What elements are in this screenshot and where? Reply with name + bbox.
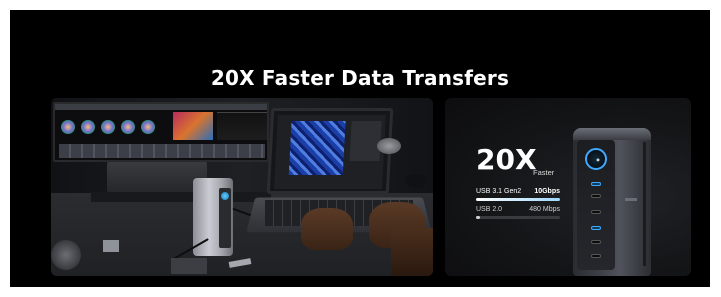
headline: 20X Faster Data Transfers bbox=[210, 66, 510, 90]
usb-gen2-bar-fill bbox=[476, 198, 560, 201]
usb-gen2-label: USB 3.1 Gen2 bbox=[476, 188, 522, 195]
waveform-scope bbox=[217, 112, 267, 140]
sd-card bbox=[103, 240, 119, 252]
laptop-screen bbox=[266, 108, 394, 194]
usb-2-label: USB 2.0 bbox=[476, 206, 503, 213]
external-drive bbox=[171, 258, 207, 274]
smart-speaker bbox=[377, 138, 401, 154]
laptop-side-panel bbox=[349, 121, 382, 161]
artwork-preview bbox=[288, 121, 346, 175]
audio-jack-icon bbox=[591, 254, 601, 258]
monitor-toolbar bbox=[55, 104, 267, 110]
left-hand bbox=[301, 208, 353, 250]
edit-timeline bbox=[59, 144, 265, 158]
usb-2-speed: 480 Mbps bbox=[529, 206, 560, 213]
monitor-stand-base bbox=[91, 192, 271, 202]
color-wheel-icon bbox=[81, 120, 95, 134]
speed-suffix: Faster bbox=[533, 168, 555, 177]
dock-screen-icon: ◉ bbox=[585, 148, 607, 170]
video-preview bbox=[173, 112, 213, 140]
editing-monitor bbox=[53, 102, 269, 162]
color-wheel-icon bbox=[61, 120, 75, 134]
color-wheel-icon bbox=[101, 120, 115, 134]
monitor-stand bbox=[107, 162, 207, 192]
color-wheel-icon bbox=[121, 120, 135, 134]
dock-display-icon bbox=[221, 192, 229, 200]
dock-side-edge bbox=[643, 142, 646, 266]
usb-2-bar bbox=[476, 216, 560, 219]
product-panel: 20X Faster USB 3.1 Gen2 10Gbps USB 2.0 4… bbox=[445, 98, 691, 276]
usb-c-port-icon bbox=[591, 182, 601, 186]
card-slot-icon bbox=[591, 240, 601, 244]
forearm bbox=[391, 228, 433, 276]
mouse bbox=[405, 174, 427, 188]
usb-c-port-icon bbox=[591, 194, 601, 198]
camera-lens bbox=[51, 240, 81, 270]
usb-a-port-icon bbox=[591, 226, 601, 230]
promo-banner: 20X Faster Data Transfers 20X Faster USB… bbox=[10, 10, 710, 287]
dock-top-cap bbox=[573, 128, 651, 140]
lifestyle-photo bbox=[51, 98, 433, 276]
brand-logo bbox=[625, 198, 637, 201]
dock-screen-glyph: ◉ bbox=[596, 157, 600, 162]
color-wheel-icon bbox=[141, 120, 155, 134]
usb-gen2-speed: 10Gbps bbox=[534, 188, 560, 195]
dock-front-face: ◉ bbox=[577, 140, 615, 270]
usb-a-port-icon bbox=[591, 210, 601, 214]
usb-2-bar-fill bbox=[476, 216, 481, 219]
docking-station-render: ◉ bbox=[573, 128, 651, 276]
speed-multiplier: 20X bbox=[476, 143, 537, 176]
usb-gen2-bar bbox=[476, 198, 560, 201]
